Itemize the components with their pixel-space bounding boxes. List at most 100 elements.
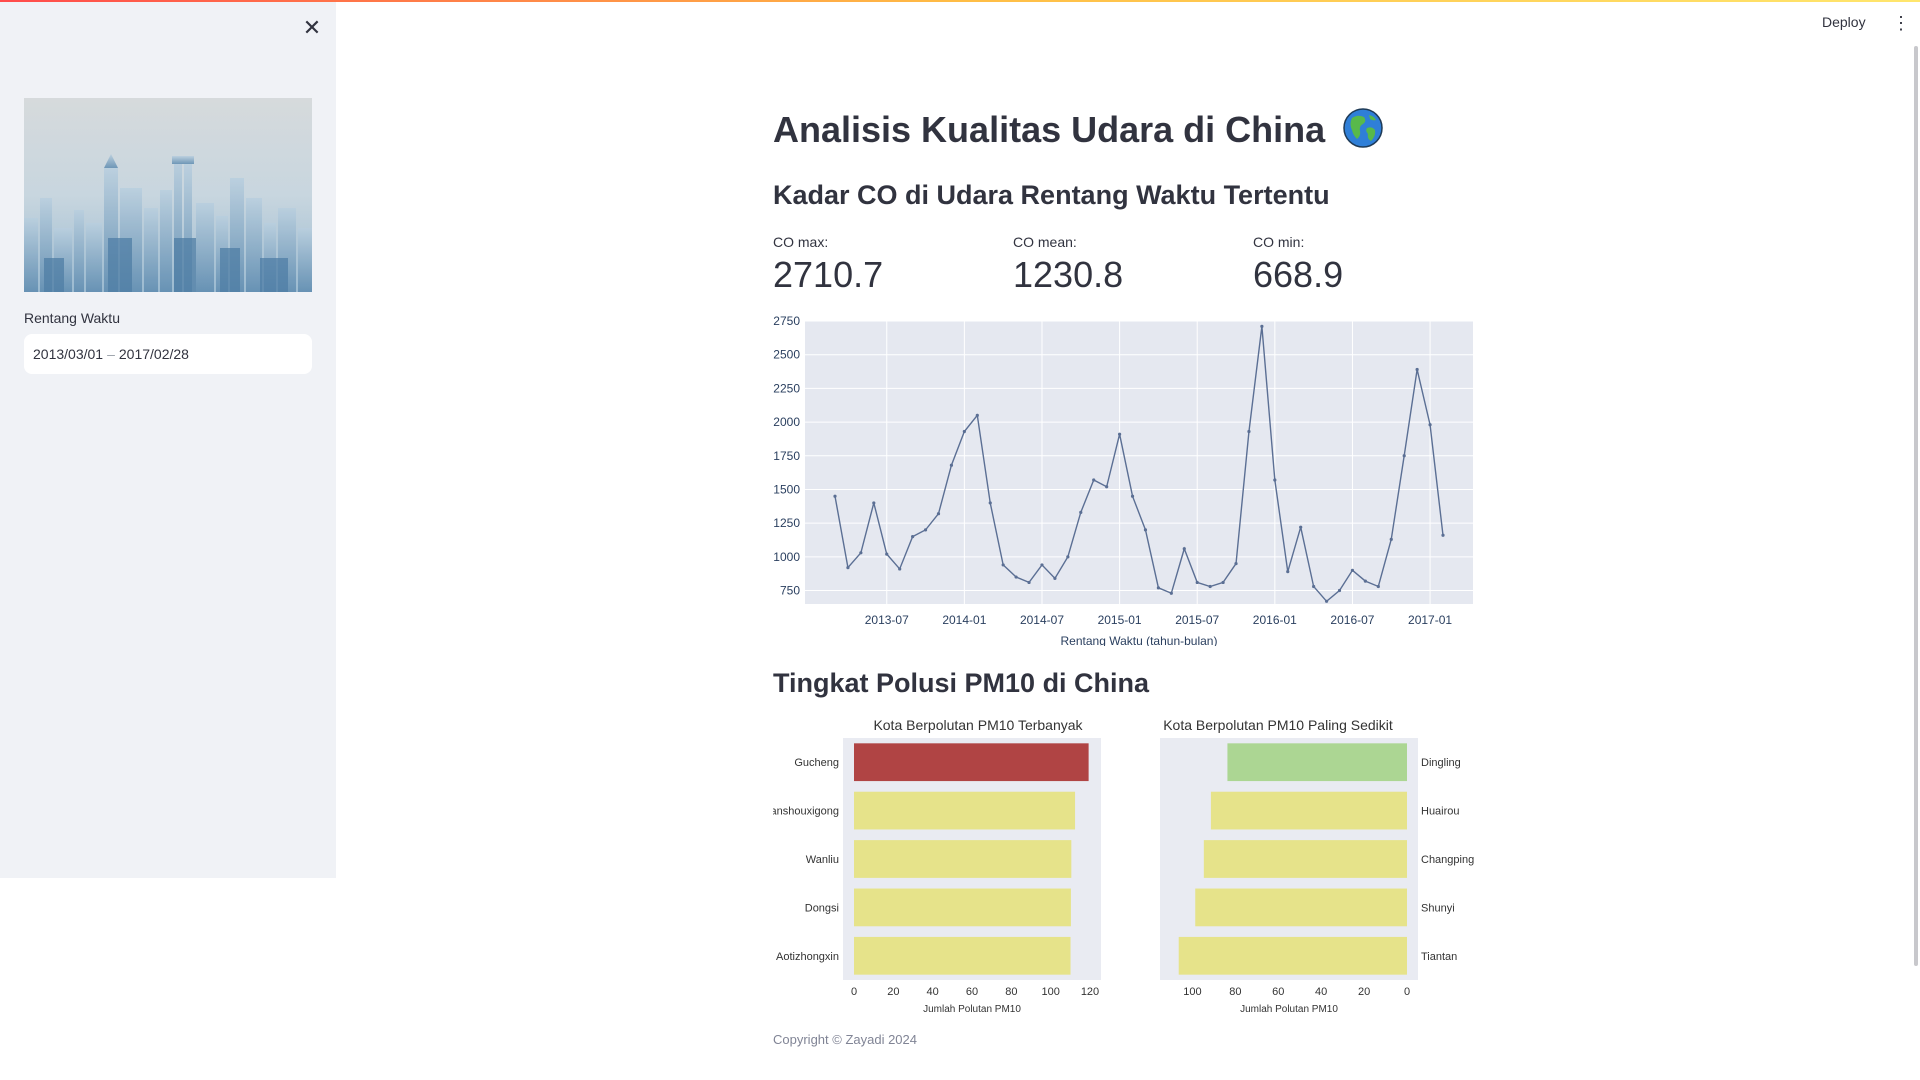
y-tick-label: Huairou — [1421, 806, 1460, 818]
y-tick-label: 1250 — [773, 516, 800, 530]
globe-icon — [1343, 108, 1383, 157]
data-point — [1195, 580, 1199, 585]
x-tick-label: 80 — [1229, 986, 1241, 998]
data-point — [1014, 575, 1018, 579]
bar — [1227, 743, 1407, 782]
data-point — [1066, 555, 1070, 559]
x-tick-label: 40 — [1315, 986, 1327, 998]
x-axis-label: Rentang Waktu (tahun-bulan) — [1061, 634, 1218, 646]
y-tick-label: 2250 — [773, 381, 800, 395]
x-tick-label: 2015-01 — [1098, 613, 1142, 627]
bar — [1178, 936, 1407, 975]
metric-label-max: CO max: — [773, 234, 829, 250]
data-point — [1001, 563, 1005, 567]
data-point — [1143, 528, 1148, 532]
x-tick-label: 100 — [1183, 986, 1201, 998]
x-axis-label: Jumlah Polutan PM10 — [1240, 1004, 1338, 1015]
metric-label-mean: CO mean: — [1013, 234, 1077, 250]
x-tick-label: 80 — [1005, 986, 1017, 998]
data-point — [1273, 478, 1277, 482]
data-point — [833, 494, 837, 498]
x-tick-label: 0 — [1404, 986, 1410, 998]
x-tick-label: 2014-01 — [942, 613, 986, 627]
data-point — [1027, 580, 1031, 585]
data-point — [872, 501, 876, 505]
x-tick-label: 120 — [1081, 986, 1099, 998]
data-point — [1221, 580, 1225, 585]
footer-copyright: Copyright © Zayadi 2024 — [773, 1032, 917, 1047]
data-point — [936, 512, 941, 516]
data-point — [1234, 561, 1238, 566]
y-tick-label: Dingling — [1421, 757, 1461, 769]
x-tick-label: 2013-07 — [865, 613, 909, 627]
co-heading: Kadar CO di Udara Rentang Waktu Tertentu — [773, 180, 1330, 210]
bar — [854, 791, 1076, 830]
data-point — [1389, 537, 1393, 541]
data-point — [962, 429, 966, 434]
x-tick-label: 20 — [1358, 986, 1370, 998]
y-tick-label: 2000 — [773, 415, 800, 429]
metric-value-mean: 1230.8 — [1013, 254, 1124, 295]
x-tick-label: 2016-01 — [1253, 613, 1297, 627]
data-point — [1182, 547, 1186, 551]
y-tick-label: Changping — [1421, 854, 1474, 866]
y-tick-label: Gucheng — [794, 757, 839, 769]
data-point — [1441, 533, 1445, 537]
data-point — [898, 567, 902, 571]
data-point — [1363, 579, 1367, 583]
data-point — [846, 566, 850, 570]
chart-title: Kota Berpolutan PM10 Terbanyak — [873, 717, 1083, 733]
pm10-most-polluted-chart: Kota Berpolutan PM10 Terbanyak Gucheng Wan… — [773, 717, 1101, 1015]
data-point — [1402, 454, 1406, 458]
x-tick-label: 2014-07 — [1020, 613, 1064, 627]
y-tick-label: 750 — [780, 584, 800, 598]
data-point — [1350, 568, 1355, 572]
data-point — [859, 551, 863, 555]
y-tick-label: 1000 — [773, 550, 800, 564]
data-point — [1415, 367, 1419, 372]
x-tick-label: 60 — [1272, 986, 1284, 998]
x-tick-label: 0 — [851, 986, 857, 998]
bar — [1210, 791, 1407, 830]
main-content: Analisis Kualitas Udara di China Kadar C… — [0, 0, 1920, 1080]
metric-label-min: CO min: — [1253, 234, 1305, 250]
data-point — [1092, 478, 1096, 482]
y-tick-label: Tiantan — [1421, 951, 1457, 963]
plot-area — [805, 321, 1473, 604]
data-point — [1337, 588, 1342, 593]
data-point — [1156, 586, 1161, 590]
page-title: Analisis Kualitas Udara di China — [773, 108, 1383, 157]
data-point — [1260, 324, 1264, 328]
data-point — [1208, 584, 1212, 589]
x-tick-label: 2015-07 — [1175, 613, 1219, 627]
pm10-heading: Tingkat Polusi PM10 di China — [773, 668, 1150, 698]
data-point — [1169, 591, 1173, 595]
data-point — [1247, 429, 1251, 434]
x-tick-label: 2017-01 — [1408, 613, 1452, 627]
y-tick-label: Dongsi — [805, 902, 839, 914]
data-point — [975, 413, 979, 417]
bar — [1195, 888, 1407, 927]
metric-value-max: 2710.7 — [773, 254, 884, 295]
data-point — [1079, 510, 1083, 514]
co-line-chart: 750 1000 1250 1500 1750 2000 2250 2500 2750 2013-… — [773, 316, 1473, 646]
data-point — [1324, 599, 1329, 603]
y-tick-label: 1750 — [773, 449, 800, 463]
data-point — [923, 528, 928, 532]
chart-title: Kota Berpolutan PM10 Paling Sedikit — [1163, 717, 1393, 733]
x-tick-label: 20 — [887, 986, 899, 998]
data-point — [1053, 576, 1057, 580]
data-point — [1117, 432, 1122, 436]
x-tick-label: 2016-07 — [1330, 613, 1374, 627]
data-point — [1312, 584, 1316, 589]
y-tick-label: 2500 — [773, 348, 800, 362]
y-tick-label: Aotizhongxin — [776, 951, 839, 963]
bar — [854, 840, 1072, 878]
data-point — [949, 463, 954, 467]
data-point — [1428, 423, 1432, 427]
x-axis-label: Jumlah Polutan PM10 — [923, 1004, 1021, 1015]
data-point — [1105, 485, 1109, 489]
x-tick-label: 40 — [927, 986, 939, 998]
data-point — [1130, 494, 1135, 498]
y-tick-label: 2750 — [773, 316, 800, 328]
